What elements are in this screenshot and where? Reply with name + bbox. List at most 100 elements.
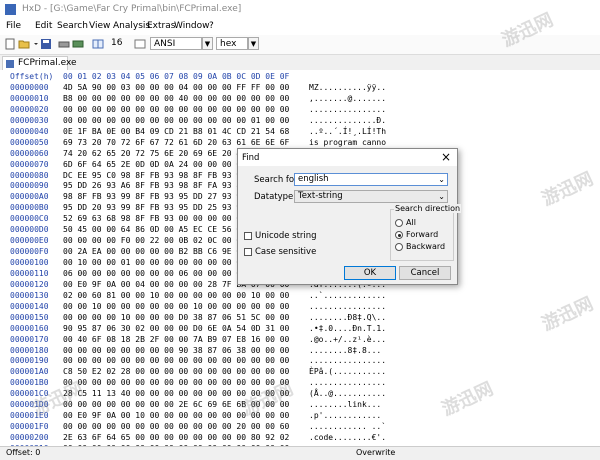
row-offset[interactable]: 00000090 — [10, 181, 49, 192]
row-bytes[interactable]: 2E 63 6F 64 65 00 00 00 00 00 00 00 00 8… — [63, 433, 289, 444]
row-text[interactable]: ................ — [309, 356, 386, 367]
row-bytes[interactable]: 00 00 00 00 10 00 00 00 D0 38 87 06 51 5… — [63, 313, 289, 324]
row-offset[interactable]: 000000D0 — [10, 225, 49, 236]
menu-search[interactable]: Search — [57, 21, 88, 31]
row-bytes[interactable]: 00 E0 9F 0A 00 10 00 00 00 00 00 00 00 0… — [63, 411, 289, 422]
row-text[interactable]: is program canno — [309, 138, 386, 149]
row-bytes[interactable]: 00 00 00 00 00 00 00 00 00 00 00 00 20 0… — [63, 422, 289, 433]
row-offset[interactable]: 000000F0 — [10, 247, 49, 258]
row-text[interactable]: ..`............. — [309, 291, 386, 302]
status-mode[interactable]: Overwrite — [356, 448, 395, 457]
close-icon[interactable]: × — [441, 150, 451, 164]
row-text[interactable]: ..............Ð. — [309, 116, 386, 127]
row-bytes[interactable]: 00 00 00 00 00 00 00 00 00 00 00 00 00 0… — [63, 356, 289, 367]
row-offset[interactable]: 00000140 — [10, 302, 49, 313]
row-offset[interactable]: 00000060 — [10, 149, 49, 160]
row-text[interactable]: ........Ð8‡.Q\.. — [309, 313, 386, 324]
save-icon[interactable] — [40, 38, 52, 50]
row-text[interactable]: ................ — [309, 105, 386, 116]
row-bytes[interactable]: 0E 1F BA 0E 00 B4 09 CD 21 B8 01 4C CD 2… — [63, 127, 289, 138]
charset-select[interactable]: ANSI — [150, 37, 202, 50]
unicode-checkbox[interactable] — [244, 232, 252, 240]
menu-help[interactable]: ? — [209, 21, 214, 31]
row-text[interactable]: MZ..........ÿÿ.. — [309, 83, 386, 94]
menu-analysis[interactable]: Analysis — [113, 21, 150, 31]
row-offset[interactable]: 00000200 — [10, 433, 49, 444]
row-offset[interactable]: 000001E0 — [10, 411, 49, 422]
row-text[interactable]: .•‡.0....Ðn.T.1. — [309, 324, 386, 335]
row-bytes[interactable]: 4D 5A 90 00 03 00 00 00 04 00 00 00 FF F… — [63, 83, 289, 94]
row-offset[interactable]: 00000100 — [10, 258, 49, 269]
row-offset[interactable]: 00000080 — [10, 171, 49, 182]
cancel-button[interactable]: Cancel — [399, 266, 451, 280]
radio-forward[interactable] — [395, 231, 403, 239]
row-text[interactable]: .@o..+/..z¹.è... — [309, 335, 386, 346]
row-offset[interactable]: 00000180 — [10, 346, 49, 357]
search-input[interactable]: english ⌄ — [294, 173, 448, 186]
row-text[interactable]: (Å..@........... — [309, 389, 386, 400]
row-offset[interactable]: 00000130 — [10, 291, 49, 302]
row-offset[interactable]: 000000A0 — [10, 192, 49, 203]
row-offset[interactable]: 00000070 — [10, 160, 49, 171]
datatype-select[interactable]: Text-string ⌄ — [294, 190, 448, 203]
row-bytes[interactable]: B8 00 00 00 00 00 00 00 40 00 00 00 00 0… — [63, 94, 289, 105]
row-offset[interactable]: 000000E0 — [10, 236, 49, 247]
row-offset[interactable]: 00000000 — [10, 83, 49, 94]
row-bytes[interactable]: 02 00 60 81 00 00 10 00 00 00 00 00 00 1… — [63, 291, 289, 302]
row-offset[interactable]: 000001A0 — [10, 367, 49, 378]
row-bytes[interactable]: 90 95 87 06 30 02 00 00 00 D0 6E 0A 54 0… — [63, 324, 289, 335]
row-bytes[interactable]: 00 00 00 00 00 00 00 00 90 38 87 06 38 0… — [63, 346, 289, 357]
new-file-icon[interactable] — [4, 38, 16, 50]
menu-file[interactable]: File — [6, 21, 21, 31]
row-offset[interactable]: 00000150 — [10, 313, 49, 324]
menu-view[interactable]: View — [89, 21, 110, 31]
row-offset[interactable]: 000000B0 — [10, 203, 49, 214]
row-offset[interactable]: 00000020 — [10, 105, 49, 116]
chevron-down-icon[interactable]: ⌄ — [438, 174, 445, 185]
row-offset[interactable]: 00000050 — [10, 138, 49, 149]
tab-fcprimal[interactable]: FCPrimal.exe — [2, 56, 77, 70]
row-text[interactable]: ÈPâ.(........... — [309, 367, 386, 378]
row-text[interactable]: ................ — [309, 378, 386, 389]
ok-button[interactable]: OK — [344, 266, 396, 280]
row-offset[interactable]: 000001D0 — [10, 400, 49, 411]
row-text[interactable]: .code........€'. — [309, 433, 386, 444]
disk-icon[interactable] — [58, 38, 70, 50]
ram-icon[interactable] — [72, 38, 84, 50]
menu-extras[interactable]: Extras — [147, 21, 175, 31]
row-bytes[interactable]: 28 C5 11 13 40 00 00 00 00 00 00 00 00 0… — [63, 389, 289, 400]
row-text[interactable]: ............ ..` — [309, 422, 386, 433]
case-sensitive-checkbox[interactable] — [244, 248, 252, 256]
row-bytes[interactable]: 00 40 6F 08 18 2B 2F 00 00 7A B9 07 E8 1… — [63, 335, 289, 346]
row-offset[interactable]: 00000110 — [10, 269, 49, 280]
row-offset[interactable]: 00000040 — [10, 127, 49, 138]
row-bytes[interactable]: 00 00 00 00 00 00 00 00 00 00 00 00 00 0… — [63, 116, 289, 127]
row-offset[interactable]: 00000120 — [10, 280, 49, 291]
offset-base-select[interactable]: hex — [216, 37, 248, 50]
row-bytes[interactable]: 69 73 20 70 72 6F 67 72 61 6D 20 63 61 6… — [63, 138, 289, 149]
menu-window[interactable]: Window — [174, 21, 210, 31]
row-text[interactable]: ........8‡.8... — [309, 346, 381, 357]
row-bytes[interactable]: C8 50 E2 02 28 00 00 00 00 00 00 00 00 0… — [63, 367, 289, 378]
radio-all[interactable] — [395, 219, 403, 227]
row-offset[interactable]: 00000010 — [10, 94, 49, 105]
row-offset[interactable]: 000001B0 — [10, 378, 49, 389]
row-offset[interactable]: 00000160 — [10, 324, 49, 335]
charset-dropdown[interactable]: ▼ — [202, 37, 213, 50]
row-offset[interactable]: 000001C0 — [10, 389, 49, 400]
row-text[interactable]: ,.......@....... — [309, 94, 386, 105]
row-offset[interactable]: 00000190 — [10, 356, 49, 367]
menu-edit[interactable]: Edit — [35, 21, 52, 31]
row-offset[interactable]: 00000030 — [10, 116, 49, 127]
radio-backward[interactable] — [395, 243, 403, 251]
row-offset[interactable]: 000000C0 — [10, 214, 49, 225]
row-text[interactable]: .p'............ — [309, 411, 381, 422]
row-text[interactable]: ........link... — [309, 400, 381, 411]
offset-base-dropdown[interactable]: ▼ — [248, 37, 259, 50]
row-text[interactable]: ..º..´.Í!¸.LÍ!Th — [309, 127, 386, 138]
row-bytes[interactable]: 00 00 00 00 00 00 00 00 00 00 00 00 00 0… — [63, 105, 289, 116]
row-text[interactable]: ................ — [309, 302, 386, 313]
columns-value[interactable]: 16 — [108, 37, 134, 50]
row-bytes[interactable]: 00 00 00 00 00 00 00 00 2E 6C 69 6E 6B 0… — [63, 400, 289, 411]
row-bytes[interactable]: 00 00 10 00 00 00 00 00 00 10 00 00 00 0… — [63, 302, 289, 313]
